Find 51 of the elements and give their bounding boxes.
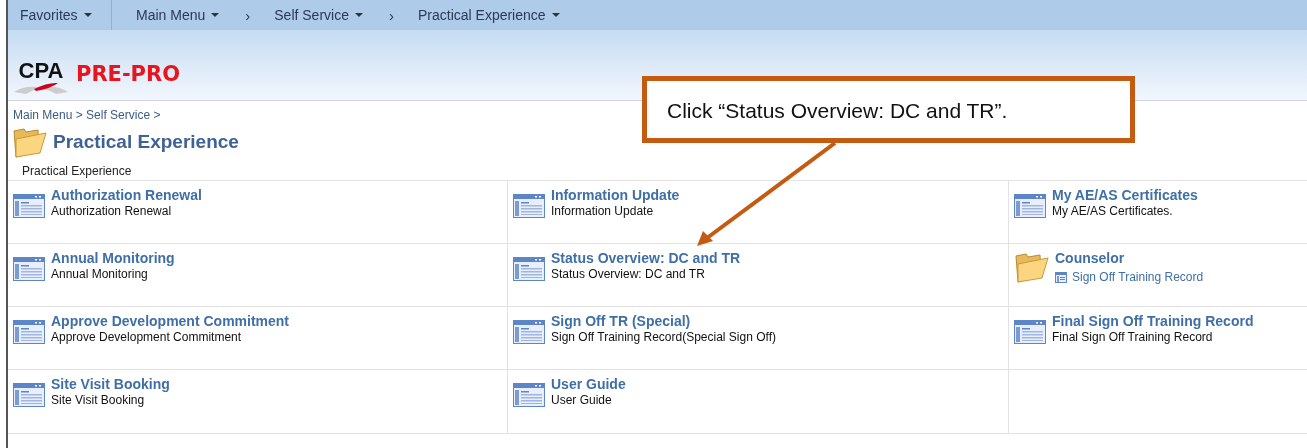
nav-menu[interactable]: Practical Experience <box>405 0 572 30</box>
breadcrumb-link[interactable]: Main Menu > Self Service > <box>13 108 161 122</box>
page-icon <box>13 257 45 281</box>
menu-description: Approve Development Commitment <box>51 329 243 345</box>
page-icon <box>13 383 45 407</box>
menu-description: Site Visit Booking <box>51 392 146 408</box>
breadcrumb-separator: › <box>244 6 252 24</box>
menu-link[interactable]: Information Update <box>551 187 680 203</box>
menu-description: Authorization Renewal <box>51 203 173 219</box>
menu-link[interactable]: My AE/AS Certificates <box>1052 187 1198 203</box>
sub-link[interactable]: Sign Off Training Record <box>1072 270 1204 284</box>
page-icon <box>513 320 545 344</box>
page-description: Practical Experience <box>22 164 132 178</box>
page-title: Practical Experience <box>53 131 239 153</box>
nav-menu[interactable]: Main Menu <box>124 0 232 30</box>
menu-description: Sign Off Training Record(Special Sign Off) <box>551 329 776 345</box>
page-icon <box>513 383 545 407</box>
menu-description: Annual Monitoring <box>51 266 149 282</box>
menu-link[interactable]: Approve Development Commitment <box>51 313 290 329</box>
dropdown-caret-icon <box>83 13 92 17</box>
dropdown-caret-icon <box>551 13 560 17</box>
menu-description: Final Sign Off Training Record <box>1052 329 1214 345</box>
menu-description: Information Update <box>551 203 655 219</box>
page-icon <box>1014 194 1046 218</box>
menu-link[interactable]: Site Visit Booking <box>51 376 170 392</box>
page-icon <box>513 257 545 281</box>
menu-description: My AE/AS Certificates. <box>1052 203 1174 219</box>
logo-swoosh-icon <box>12 82 70 96</box>
folder-link[interactable]: Counselor <box>1055 250 1204 266</box>
logo-product-name: PRE-PRO <box>76 62 181 88</box>
page-icon <box>1014 320 1046 344</box>
page-icon <box>513 194 545 218</box>
menu-description: User Guide <box>551 392 613 408</box>
page-icon <box>13 320 45 344</box>
menu-link[interactable]: Final Sign Off Training Record <box>1052 313 1254 329</box>
menu-link[interactable]: Status Overview: DC and TR <box>551 250 741 266</box>
page-icon <box>13 194 45 218</box>
nav-menu[interactable]: Self Service <box>262 0 375 30</box>
menu-link[interactable]: User Guide <box>551 376 626 392</box>
callout-box: Click “Status Overview: DC and TR”. <box>642 76 1135 143</box>
breadcrumb-separator: › <box>387 6 395 24</box>
folder-icon <box>1014 250 1049 284</box>
menu-description: Status Overview: DC and TR <box>551 266 706 282</box>
folder-icon <box>12 125 47 159</box>
menu-link[interactable]: Sign Off TR (Special) <box>551 313 776 329</box>
menu-link[interactable]: Authorization Renewal <box>51 187 202 203</box>
menu-link[interactable]: Annual Monitoring <box>51 250 175 266</box>
page-icon <box>1055 271 1067 283</box>
dropdown-caret-icon <box>354 13 363 17</box>
dropdown-caret-icon <box>211 13 220 17</box>
logo-mark: CPA <box>18 60 64 82</box>
